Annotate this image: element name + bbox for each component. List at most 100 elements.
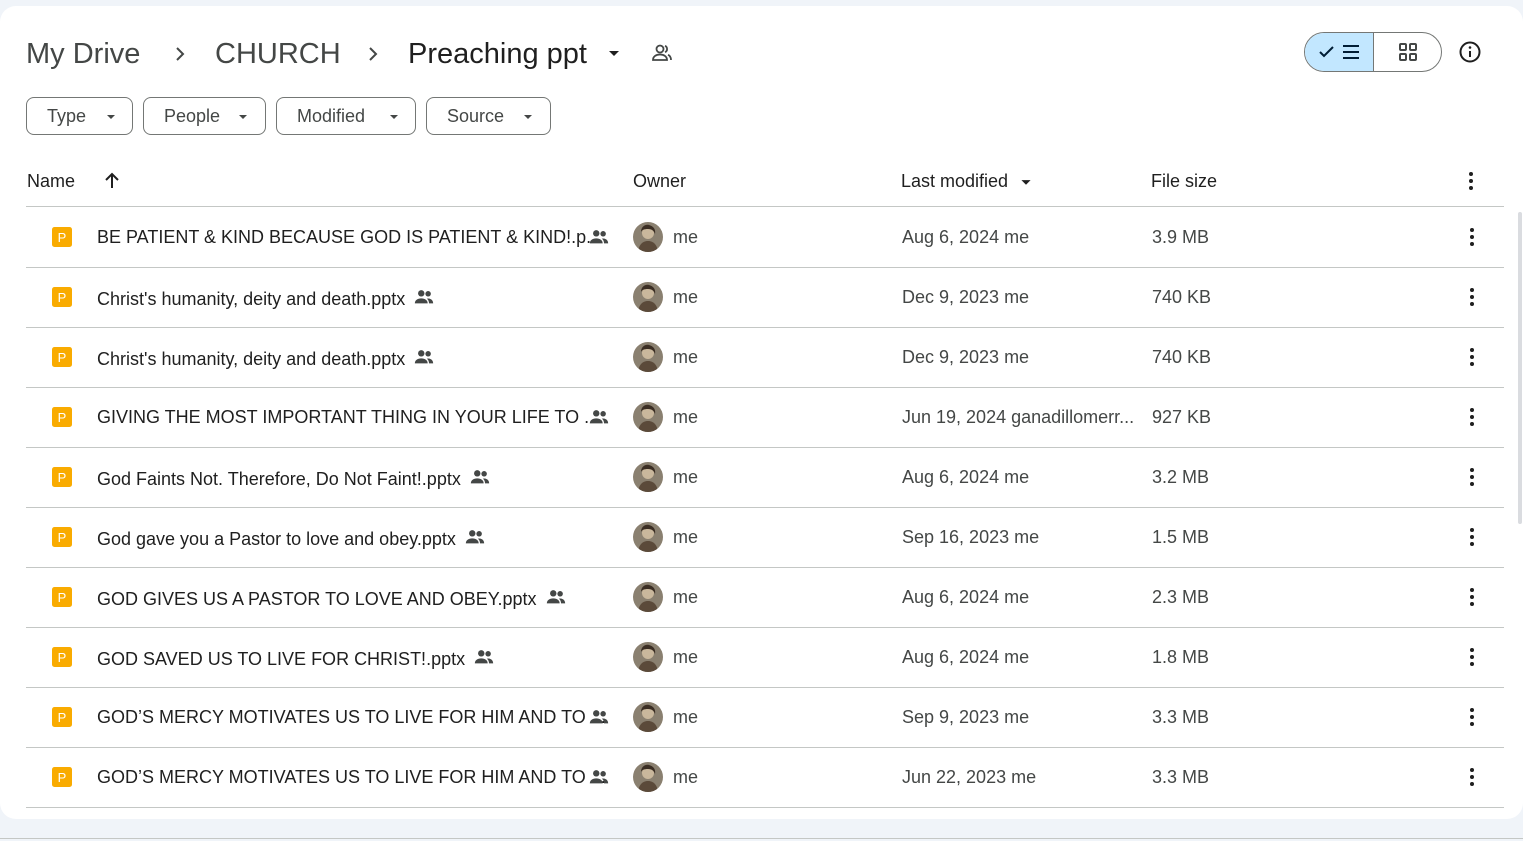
last-modified: Dec 9, 2023 me bbox=[902, 287, 1030, 307]
grid-view-button[interactable] bbox=[1374, 33, 1442, 71]
avatar bbox=[633, 762, 663, 792]
chip-label: Source bbox=[447, 106, 505, 126]
avatar bbox=[633, 522, 663, 552]
file-size: 1.8 MB bbox=[1152, 647, 1210, 667]
caret-down-icon bbox=[239, 115, 247, 119]
more-vert-icon[interactable] bbox=[1460, 585, 1484, 609]
table-row[interactable]: P GOD GIVES US A PASTOR TO LOVE AND OBEY… bbox=[26, 567, 1504, 628]
breadcrumb-my-drive[interactable]: My Drive bbox=[26, 34, 140, 74]
filter-type-chip[interactable]: Type bbox=[26, 97, 133, 135]
caret-down-icon[interactable] bbox=[602, 41, 626, 65]
svg-text:P: P bbox=[58, 230, 67, 245]
avatar bbox=[633, 462, 663, 492]
file-name: God Faints Not. Therefore, Do Not Faint!… bbox=[97, 466, 491, 490]
owner-name: me bbox=[673, 647, 699, 667]
shared-people-icon bbox=[546, 590, 565, 604]
more-vert-icon[interactable] bbox=[1459, 169, 1483, 193]
slides-file-icon: P bbox=[52, 407, 72, 427]
scrollbar[interactable] bbox=[1518, 212, 1522, 524]
caret-down-icon bbox=[107, 115, 115, 119]
file-name: GOD SAVED US TO LIVE FOR CHRIST!.pptx bbox=[97, 646, 495, 670]
drive-panel: My Drive CHURCH Preaching ppt Type Peopl… bbox=[0, 6, 1523, 819]
caret-down-icon[interactable] bbox=[1015, 171, 1037, 193]
table-row[interactable]: P BE PATIENT & KIND BECAUSE GOD IS PATIE… bbox=[26, 207, 1504, 268]
more-vert-icon[interactable] bbox=[1460, 225, 1484, 249]
table-row[interactable]: P Christ's humanity, deity and death.ppt… bbox=[26, 327, 1504, 388]
file-name: GOD’S MERCY MOTIVATES US TO LIVE FOR HIM… bbox=[97, 766, 609, 788]
file-size: 3.2 MB bbox=[1152, 467, 1210, 487]
table-row[interactable]: P Christ's humanity, deity and death.ppt… bbox=[26, 267, 1504, 328]
table-row[interactable]: P GOD’S MERCY MOTIVATES US TO LIVE FOR H… bbox=[26, 687, 1504, 748]
file-name: God gave you a Pastor to love and obey.p… bbox=[97, 526, 486, 550]
svg-text:P: P bbox=[58, 470, 67, 485]
last-modified: Aug 6, 2024 me bbox=[902, 587, 1030, 607]
file-size: 740 KB bbox=[1152, 347, 1212, 367]
more-vert-icon[interactable] bbox=[1460, 705, 1484, 729]
filter-modified-chip[interactable]: Modified bbox=[276, 97, 416, 135]
column-header-modified[interactable]: Last modified bbox=[901, 170, 1008, 192]
table-row[interactable]: P God gave you a Pastor to love and obey… bbox=[26, 507, 1504, 568]
avatar bbox=[633, 582, 663, 612]
slides-file-icon: P bbox=[52, 707, 72, 727]
file-size: 927 KB bbox=[1152, 407, 1212, 427]
svg-text:P: P bbox=[58, 290, 67, 305]
more-vert-icon[interactable] bbox=[1460, 765, 1484, 789]
table-row[interactable]: P GIVING THE MOST IMPORTANT THING IN YOU… bbox=[26, 387, 1504, 448]
avatar bbox=[633, 222, 663, 252]
file-name: Christ's humanity, deity and death.pptx bbox=[97, 286, 435, 310]
more-vert-icon[interactable] bbox=[1460, 345, 1484, 369]
shared-folder-icon[interactable] bbox=[650, 41, 674, 65]
column-header-name[interactable]: Name bbox=[27, 170, 75, 192]
arrow-up-icon[interactable] bbox=[100, 169, 124, 193]
last-modified: Aug 6, 2024 me bbox=[902, 227, 1030, 247]
more-vert-icon[interactable] bbox=[1460, 525, 1484, 549]
slides-file-icon: P bbox=[52, 467, 72, 487]
last-modified: Sep 9, 2023 me bbox=[902, 707, 1030, 727]
chip-label: People bbox=[164, 106, 221, 126]
slides-file-icon: P bbox=[52, 767, 72, 787]
last-modified: Aug 6, 2024 me bbox=[902, 467, 1030, 487]
shared-people-icon bbox=[589, 710, 609, 724]
owner-name: me bbox=[673, 347, 699, 367]
caret-down-icon bbox=[524, 115, 532, 119]
slides-file-icon: P bbox=[52, 587, 72, 607]
info-icon[interactable] bbox=[1458, 40, 1482, 64]
column-header-size[interactable]: File size bbox=[1151, 170, 1217, 192]
more-vert-icon[interactable] bbox=[1460, 465, 1484, 489]
slides-file-icon: P bbox=[52, 347, 72, 367]
svg-text:P: P bbox=[58, 350, 67, 365]
slides-file-icon: P bbox=[52, 527, 72, 547]
slides-file-icon: P bbox=[52, 227, 72, 247]
file-size: 2.3 MB bbox=[1152, 587, 1210, 607]
file-name: GOD’S MERCY MOTIVATES US TO LIVE FOR HIM… bbox=[97, 706, 609, 728]
file-name: BE PATIENT & KIND BECAUSE GOD IS PATIENT… bbox=[97, 226, 609, 248]
more-vert-icon[interactable] bbox=[1460, 405, 1484, 429]
shared-people-icon bbox=[589, 230, 609, 244]
table-row[interactable]: P GOD’S MERCY MOTIVATES US TO LIVE FOR H… bbox=[26, 747, 1504, 808]
shared-people-icon bbox=[589, 770, 609, 784]
owner-name: me bbox=[673, 287, 699, 307]
filter-people-chip[interactable]: People bbox=[143, 97, 266, 135]
shared-people-icon bbox=[415, 290, 434, 304]
last-modified: Dec 9, 2023 me bbox=[902, 347, 1030, 367]
shared-people-icon bbox=[465, 530, 485, 544]
breadcrumb-church[interactable]: CHURCH bbox=[215, 34, 341, 74]
filter-source-chip[interactable]: Source bbox=[426, 97, 551, 135]
avatar bbox=[633, 282, 663, 312]
more-vert-icon[interactable] bbox=[1460, 285, 1484, 309]
owner-name: me bbox=[673, 407, 699, 427]
svg-text:P: P bbox=[58, 650, 67, 665]
caret-down-icon bbox=[390, 115, 398, 119]
more-vert-icon[interactable] bbox=[1460, 645, 1484, 669]
table-row[interactable]: P God Faints Not. Therefore, Do Not Fain… bbox=[26, 447, 1504, 508]
shared-people-icon bbox=[470, 470, 490, 484]
owner-name: me bbox=[673, 527, 699, 547]
chevron-right-icon bbox=[369, 47, 378, 61]
column-header-owner[interactable]: Owner bbox=[633, 170, 686, 192]
breadcrumb-current-folder[interactable]: Preaching ppt bbox=[408, 34, 587, 74]
svg-text:P: P bbox=[58, 770, 67, 785]
avatar bbox=[633, 342, 663, 372]
table-row[interactable]: P GOD SAVED US TO LIVE FOR CHRIST!.pptx … bbox=[26, 627, 1504, 688]
check-icon bbox=[1319, 46, 1334, 58]
list-view-button[interactable] bbox=[1305, 33, 1374, 71]
